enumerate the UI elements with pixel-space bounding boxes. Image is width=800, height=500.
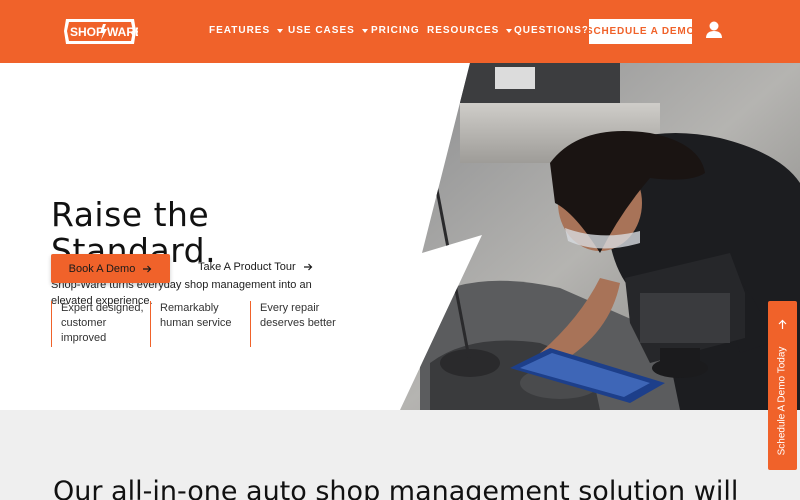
site-header: SHOP WARE FEATURES USE CASES PRICING RES… — [0, 0, 800, 63]
shopware-logo[interactable]: SHOP WARE — [62, 16, 143, 47]
chevron-down-icon — [361, 28, 368, 33]
svg-text:SHOP: SHOP — [70, 25, 104, 39]
nav-questions[interactable]: QUESTIONS? — [514, 25, 589, 36]
chevron-down-icon — [277, 28, 284, 33]
nav-resources[interactable]: RESOURCES — [427, 25, 513, 36]
feature-item: Every repair deserves better — [250, 301, 345, 347]
book-demo-label: Book A Demo — [68, 262, 136, 275]
feature-item: Expert designed, customer improved — [51, 301, 146, 347]
nav-use-cases[interactable]: USE CASES — [288, 25, 368, 36]
chevron-down-icon — [506, 28, 513, 33]
arrow-up-icon — [778, 319, 787, 329]
solutions-section: Our all-in-one auto shop management solu… — [0, 410, 800, 500]
user-icon[interactable] — [704, 20, 724, 40]
hero-section: Raise the Standard. Shop-Ware turns ever… — [0, 63, 800, 410]
svg-text:WARE: WARE — [107, 25, 138, 39]
nav-pricing-label: PRICING — [371, 25, 420, 36]
section-heading: Our all-in-one auto shop management solu… — [53, 476, 739, 500]
product-tour-label: Take A Product Tour — [198, 261, 296, 273]
feature-item: Remarkably human service — [150, 301, 245, 347]
arrow-right-icon — [143, 265, 152, 272]
nav-pricing[interactable]: PRICING — [371, 25, 420, 36]
product-tour-link[interactable]: Take A Product Tour — [198, 261, 313, 273]
arrow-right-icon — [303, 263, 312, 271]
nav-features[interactable]: FEATURES — [209, 25, 284, 36]
book-demo-button[interactable]: Book A Demo — [51, 254, 170, 283]
nav-questions-label: QUESTIONS? — [514, 25, 590, 36]
feature-text: Expert designed, customer improved — [61, 302, 144, 344]
schedule-demo-button[interactable]: SCHEDULE A DEMO — [586, 19, 694, 44]
hero-title-line-1: Raise the — [51, 195, 210, 234]
feature-text: Every repair deserves better — [260, 302, 336, 329]
side-tab-label: Schedule A Demo Today — [776, 346, 788, 456]
feature-text: Remarkably human service — [160, 302, 232, 329]
nav-features-label: FEATURES — [209, 25, 271, 36]
nav-resources-label: RESOURCES — [427, 25, 500, 36]
nav-use-cases-label: USE CASES — [288, 25, 355, 36]
schedule-demo-side-tab[interactable]: Schedule A Demo Today — [768, 301, 797, 470]
